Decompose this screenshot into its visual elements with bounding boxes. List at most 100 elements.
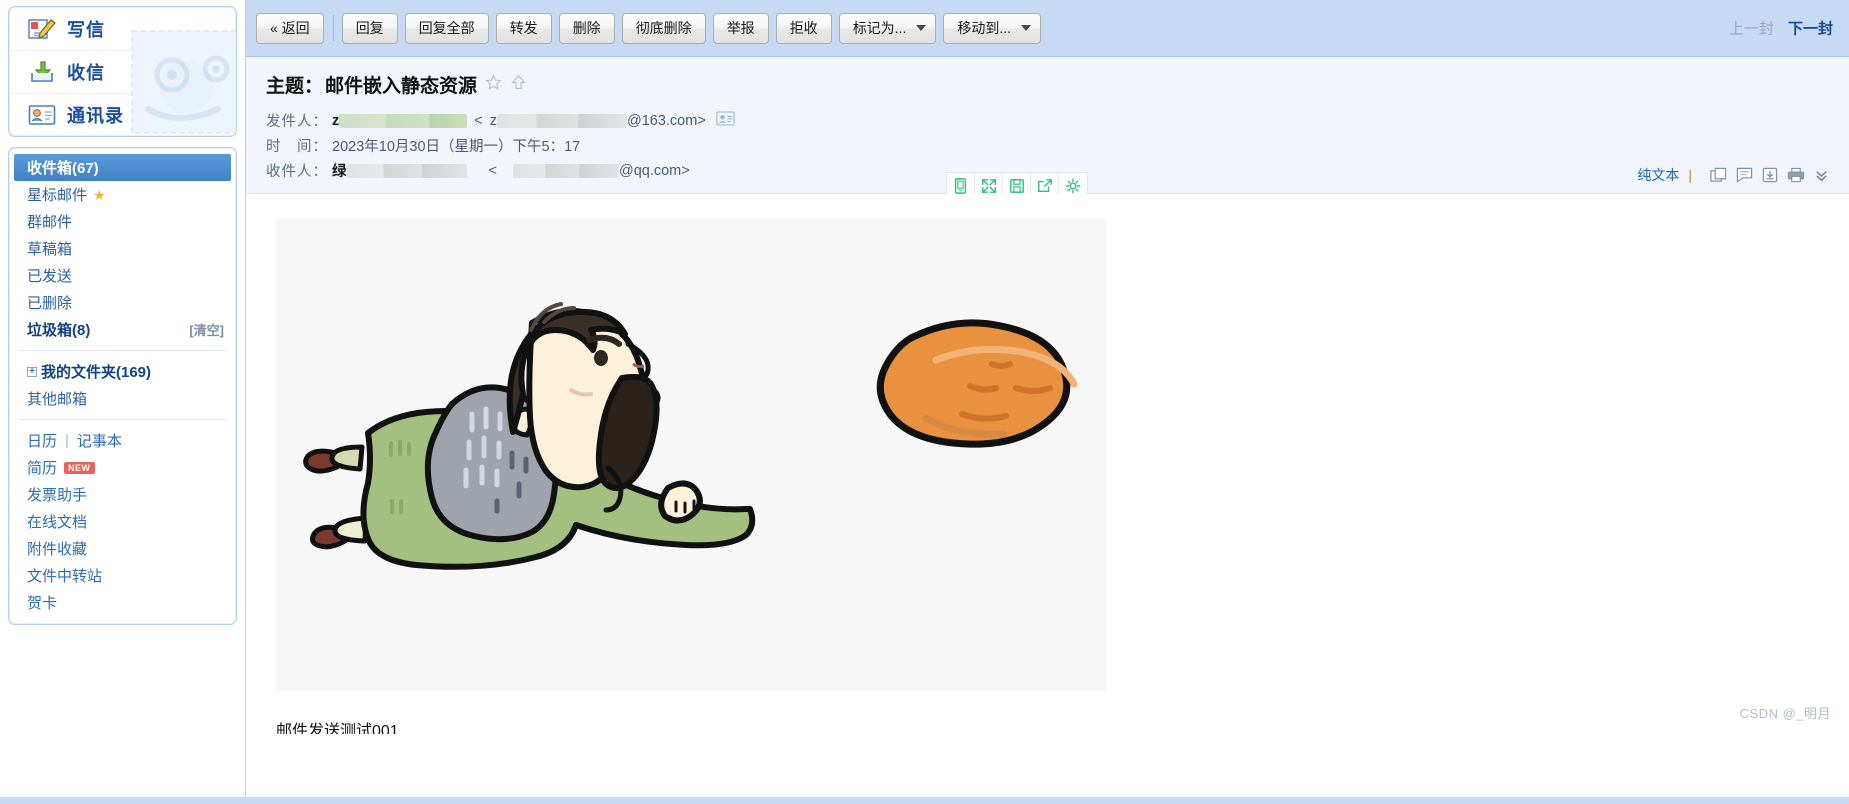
- sidebar-item-notebook[interactable]: 记事本: [77, 430, 122, 451]
- expander-plus-icon[interactable]: +: [27, 366, 37, 377]
- subject-row: 主题： 邮件嵌入静态资源: [266, 71, 1829, 98]
- add-contact-icon[interactable]: [716, 111, 735, 130]
- folder-label: 我的文件夹(169): [41, 364, 152, 381]
- view-mode-tools: 纯文本 |: [1637, 165, 1829, 185]
- sidebar-item-other-mailbox[interactable]: 其他邮箱: [9, 385, 236, 412]
- recipient-address-redacted: [512, 163, 619, 178]
- page-title: 邮件嵌入静态资源: [325, 76, 478, 97]
- sidebar-row-calendar-notebook: 日历 | 记事本: [9, 427, 236, 454]
- sidebar-item-contacts[interactable]: 通讯录: [9, 93, 236, 136]
- mail-body-text: 邮件发送测试001: [276, 723, 399, 734]
- receive-label: 收信: [67, 63, 105, 83]
- move-to-label: 移动到...: [957, 20, 1012, 36]
- reject-button[interactable]: 拒收: [775, 12, 832, 44]
- move-to-dropdown[interactable]: 移动到...: [943, 12, 1042, 44]
- previous-mail-link[interactable]: 上一封: [1729, 21, 1774, 38]
- star-icon: ★: [93, 186, 106, 203]
- sender-row: 发件人： z < z @163.com >: [266, 108, 1829, 133]
- recipient-bracket-open: <: [488, 162, 497, 179]
- next-mail-link[interactable]: 下一封: [1788, 21, 1833, 38]
- chevron-down-icon: [916, 25, 927, 31]
- folder-panel: 收件箱(67) 星标邮件 ★ 群邮件 草稿箱 已发送 已删除 垃圾箱(8) [清…: [8, 147, 237, 625]
- forward-button[interactable]: 转发: [495, 12, 552, 44]
- sidebar-item-calendar[interactable]: 日历: [27, 430, 57, 451]
- divider: [19, 350, 226, 351]
- tool-label: 附件收藏: [27, 541, 88, 558]
- permanent-delete-button[interactable]: 彻底删除: [621, 12, 706, 44]
- new-window-icon[interactable]: [1710, 167, 1727, 183]
- sidebar-item-compose[interactable]: 写信: [9, 7, 236, 50]
- folder-label: 草稿箱: [27, 241, 73, 258]
- time-label: 时 间：: [266, 139, 328, 155]
- subject-label: 主题：: [266, 76, 324, 97]
- sidebar-item-file-transfer[interactable]: 文件中转站: [9, 562, 236, 589]
- sidebar-item-inbox[interactable]: 收件箱(67): [14, 154, 231, 181]
- contacts-label: 通讯录: [67, 106, 124, 126]
- chevron-down-icon: [1021, 25, 1032, 31]
- mail-header: 主题： 邮件嵌入静态资源 发件人： z < z @163.com > 时 间： …: [246, 57, 1849, 200]
- tool-label: 发票助手: [27, 487, 88, 504]
- tool-label: 文件中转站: [27, 568, 103, 585]
- star-outline-icon[interactable]: [485, 74, 502, 95]
- inbox-download-icon: [31, 61, 53, 82]
- sidebar-item-attachment-favorites[interactable]: 附件收藏: [9, 535, 236, 562]
- report-button[interactable]: 举报: [712, 12, 769, 44]
- sidebar-item-drafts[interactable]: 草稿箱: [9, 235, 236, 262]
- sidebar-item-my-folders[interactable]: + 我的文件夹(169): [9, 358, 236, 385]
- folder-label: 收件箱(67): [27, 160, 99, 177]
- delete-button[interactable]: 删除: [558, 12, 615, 44]
- divider: [19, 419, 226, 420]
- sender-label: 发件人：: [266, 114, 328, 130]
- tool-label: 简历: [27, 460, 58, 477]
- toolbar-divider: [332, 15, 334, 41]
- sender-address-prefix: z: [489, 112, 497, 129]
- folder-label: 已发送: [27, 268, 73, 285]
- cartoon-illustration: [276, 218, 1106, 691]
- plain-text-toggle[interactable]: 纯文本: [1637, 165, 1679, 185]
- back-button[interactable]: « 返回: [256, 12, 324, 44]
- sidebar-item-online-docs[interactable]: 在线文档: [9, 508, 236, 535]
- mail-body: 邮件发送测试001 CSDN @_明月: [246, 194, 1849, 734]
- time-row: 时 间： 2023年10月30日（星期一）下午5：17: [266, 133, 1829, 158]
- sidebar-item-invoice-assistant[interactable]: 发票助手: [9, 481, 236, 508]
- reply-button[interactable]: 回复: [341, 12, 398, 44]
- sender-name-redacted: [339, 113, 468, 128]
- download-icon[interactable]: [1762, 167, 1778, 183]
- sidebar-item-receive[interactable]: 收信: [9, 50, 236, 93]
- mail-toolbar: « 返回 回复 回复全部 转发 删除 彻底删除 举报 拒收 标记为... 移动到…: [246, 0, 1849, 57]
- recipient-bracket-close: >: [681, 162, 690, 179]
- watermark-text: CSDN @_明月: [1739, 706, 1831, 721]
- sidebar-item-deleted[interactable]: 已删除: [9, 289, 236, 316]
- folder-label: 其他邮箱: [27, 391, 88, 408]
- flag-up-arrow-icon[interactable]: [510, 74, 527, 95]
- compose-panel: 写信 收信 通讯录: [8, 6, 237, 137]
- sidebar-item-greeting-card[interactable]: 贺卡: [9, 589, 236, 616]
- reply-all-button[interactable]: 回复全部: [404, 12, 489, 44]
- sender-bracket-close: >: [697, 112, 706, 129]
- document-icon[interactable]: [1736, 167, 1753, 183]
- print-icon[interactable]: [1787, 167, 1805, 183]
- mail-nav: 上一封 下一封: [1729, 18, 1833, 39]
- folder-label: 垃圾箱(8): [27, 322, 91, 339]
- inline-embedded-image: [276, 218, 1106, 691]
- divider-pipe: |: [1688, 167, 1692, 183]
- empty-trash-link[interactable]: [清空]: [189, 320, 224, 339]
- sidebar-item-group-mail[interactable]: 群邮件: [9, 208, 236, 235]
- mail-app-window: 写信 收信 通讯录 收件箱(67) 星标邮件 ★ 群邮件 草稿箱 已发送 已删除…: [0, 0, 1849, 804]
- sender-name-prefix: z: [332, 112, 340, 129]
- sidebar-item-sent[interactable]: 已发送: [9, 262, 236, 289]
- sidebar-item-starred[interactable]: 星标邮件 ★: [9, 181, 236, 208]
- mark-as-dropdown[interactable]: 标记为...: [838, 12, 937, 44]
- folder-label: 星标邮件: [27, 187, 88, 204]
- chevron-double-down-icon[interactable]: [1814, 168, 1829, 183]
- sender-domain: @163.com: [626, 112, 698, 129]
- new-badge: NEW: [64, 461, 95, 474]
- sidebar: 写信 收信 通讯录 收件箱(67) 星标邮件 ★ 群邮件 草稿箱 已发送 已删除…: [0, 0, 246, 804]
- sidebar-item-resume[interactable]: 简历 NEW: [9, 454, 236, 481]
- sender-address-redacted: [496, 113, 627, 128]
- compose-label: 写信: [67, 19, 105, 40]
- contacts-card-icon: [28, 105, 56, 125]
- recipient-name-redacted: [346, 163, 467, 178]
- sidebar-item-trash[interactable]: 垃圾箱(8) [清空]: [9, 316, 236, 343]
- time-value: 2023年10月30日（星期一）下午5：17: [332, 139, 581, 155]
